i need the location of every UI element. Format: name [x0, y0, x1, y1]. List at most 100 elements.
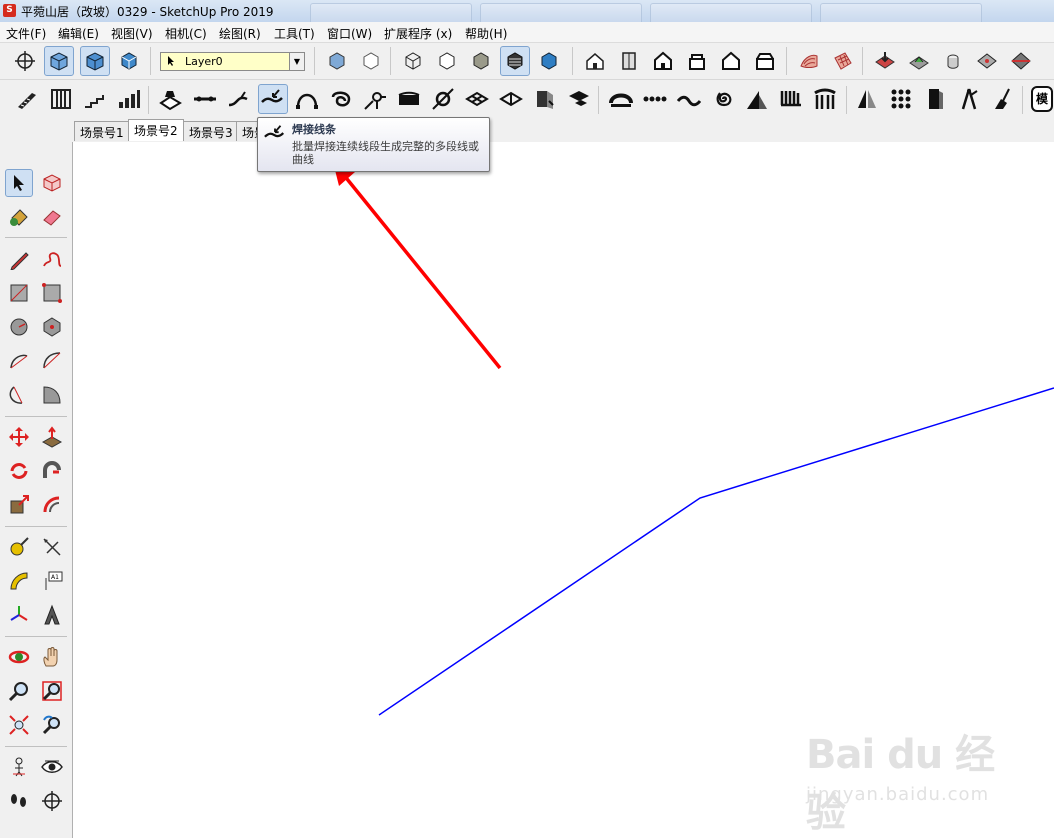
pencil-line-icon[interactable] — [5, 245, 33, 273]
weld-lines-icon[interactable] — [258, 84, 288, 114]
push-box-icon[interactable] — [530, 84, 560, 114]
left-view-icon[interactable] — [750, 46, 780, 76]
text-label-icon[interactable]: A1 — [38, 567, 66, 595]
zoom-icon[interactable] — [5, 677, 33, 705]
look-around-eye-icon[interactable] — [38, 753, 66, 781]
comb-icon[interactable] — [776, 84, 806, 114]
faces-grid-icon[interactable] — [462, 84, 492, 114]
wireframe-box-icon[interactable] — [356, 46, 386, 76]
mirror-icon[interactable] — [852, 84, 882, 114]
make-component-icon[interactable] — [38, 169, 66, 197]
drape-icon[interactable] — [938, 46, 968, 76]
select-arrow-icon[interactable] — [5, 169, 33, 197]
menu-edit[interactable]: 编辑(E) — [58, 25, 99, 42]
bezier-curve-icon[interactable] — [292, 84, 322, 114]
orbit-target-icon[interactable] — [10, 46, 40, 76]
smoove-icon[interactable] — [870, 46, 900, 76]
right-view-icon[interactable] — [682, 46, 712, 76]
menu-draw[interactable]: 绘图(R) — [219, 25, 261, 42]
shaded-box-icon[interactable] — [322, 46, 352, 76]
two-point-arc-icon[interactable] — [38, 347, 66, 375]
circle-icon[interactable] — [5, 313, 33, 341]
rotated-rectangle-icon[interactable] — [38, 279, 66, 307]
staircase-icon[interactable] — [80, 84, 110, 114]
xray-view-icon[interactable] — [44, 46, 74, 76]
grid-dots-icon[interactable] — [886, 84, 916, 114]
split-curve-icon[interactable] — [360, 84, 390, 114]
push-pull-icon[interactable] — [38, 423, 66, 451]
layer-select[interactable]: Layer0 ▼ — [160, 52, 305, 71]
door-icon[interactable] — [920, 84, 950, 114]
bars-icon[interactable] — [114, 84, 144, 114]
menu-camera[interactable]: 相机(C) — [165, 25, 207, 42]
polygon-icon[interactable] — [38, 313, 66, 341]
shaded-textures-icon[interactable] — [500, 46, 530, 76]
menu-window[interactable]: 窗口(W) — [327, 25, 372, 42]
rotate-icon[interactable] — [5, 457, 33, 485]
circle-line-icon[interactable] — [428, 84, 458, 114]
curve-loop-icon[interactable] — [326, 84, 356, 114]
chevron-down-icon[interactable]: ▼ — [289, 53, 304, 70]
freehand-icon[interactable] — [38, 245, 66, 273]
tab-scene-3[interactable]: 场景号3 — [183, 121, 239, 141]
move-icon[interactable] — [5, 423, 33, 451]
add-detail-icon[interactable] — [972, 46, 1002, 76]
zoom-extents-icon[interactable] — [5, 711, 33, 739]
walk-footprints-icon[interactable] — [5, 787, 33, 815]
model-button[interactable]: 模 — [1030, 84, 1054, 114]
scale-icon[interactable] — [5, 491, 33, 519]
rectangle-icon[interactable] — [5, 279, 33, 307]
stair-tool-icon[interactable] — [12, 84, 42, 114]
tape-measure-icon[interactable] — [5, 533, 33, 561]
monochrome-icon[interactable] — [534, 46, 564, 76]
menu-view[interactable]: 视图(V) — [111, 25, 153, 42]
menu-extensions[interactable]: 扩展程序 (x) — [384, 25, 452, 42]
front-view-icon[interactable] — [648, 46, 678, 76]
protractor-icon[interactable] — [5, 567, 33, 595]
stamp-icon[interactable] — [904, 46, 934, 76]
compass-icon[interactable] — [954, 84, 984, 114]
dimension-icon[interactable] — [38, 533, 66, 561]
zoom-window-icon[interactable] — [38, 677, 66, 705]
broom-icon[interactable] — [988, 84, 1018, 114]
3d-text-icon[interactable] — [38, 601, 66, 629]
face-stack-icon[interactable] — [564, 84, 594, 114]
previous-view-icon[interactable] — [38, 711, 66, 739]
component-icon[interactable] — [114, 46, 144, 76]
flip-edge-icon[interactable] — [1006, 46, 1036, 76]
axes-icon[interactable] — [5, 601, 33, 629]
spiral-icon[interactable] — [708, 84, 738, 114]
three-point-arc-icon[interactable] — [5, 381, 33, 409]
back-edges-icon[interactable] — [80, 46, 110, 76]
position-camera-icon[interactable] — [5, 753, 33, 781]
section-plane-icon[interactable] — [38, 787, 66, 815]
sandbox-from-scratch-icon[interactable] — [828, 46, 858, 76]
xray-style-icon[interactable] — [398, 46, 428, 76]
eraser-icon[interactable] — [38, 203, 66, 231]
faces-split-icon[interactable] — [496, 84, 526, 114]
offset-tool-icon[interactable] — [38, 491, 66, 519]
shaded-style-icon[interactable] — [466, 46, 496, 76]
back-view-icon[interactable] — [716, 46, 746, 76]
top-view-icon[interactable] — [614, 46, 644, 76]
pan-hand-icon[interactable] — [38, 643, 66, 671]
pie-icon[interactable] — [38, 381, 66, 409]
iso-view-icon[interactable] — [580, 46, 610, 76]
arch-icon[interactable] — [606, 84, 636, 114]
follow-me-icon[interactable] — [38, 457, 66, 485]
menu-tools[interactable]: 工具(T) — [274, 25, 315, 42]
edge-tools-icon[interactable] — [156, 84, 186, 114]
menu-file[interactable]: 文件(F) — [6, 25, 46, 42]
curve-arrow-icon[interactable] — [224, 84, 254, 114]
menu-help[interactable]: 帮助(H) — [465, 25, 507, 42]
sail-icon[interactable] — [742, 84, 772, 114]
dotted-line-icon[interactable] — [640, 84, 670, 114]
tab-scene-1[interactable]: 场景号1 — [74, 121, 130, 141]
paint-bucket-icon[interactable] — [5, 203, 33, 231]
arc-icon[interactable] — [5, 347, 33, 375]
sandbox-from-contours-icon[interactable] — [794, 46, 824, 76]
wave-icon[interactable] — [674, 84, 704, 114]
hidden-line-icon[interactable] — [432, 46, 462, 76]
columns-icon[interactable] — [810, 84, 840, 114]
orbit-icon[interactable] — [5, 643, 33, 671]
